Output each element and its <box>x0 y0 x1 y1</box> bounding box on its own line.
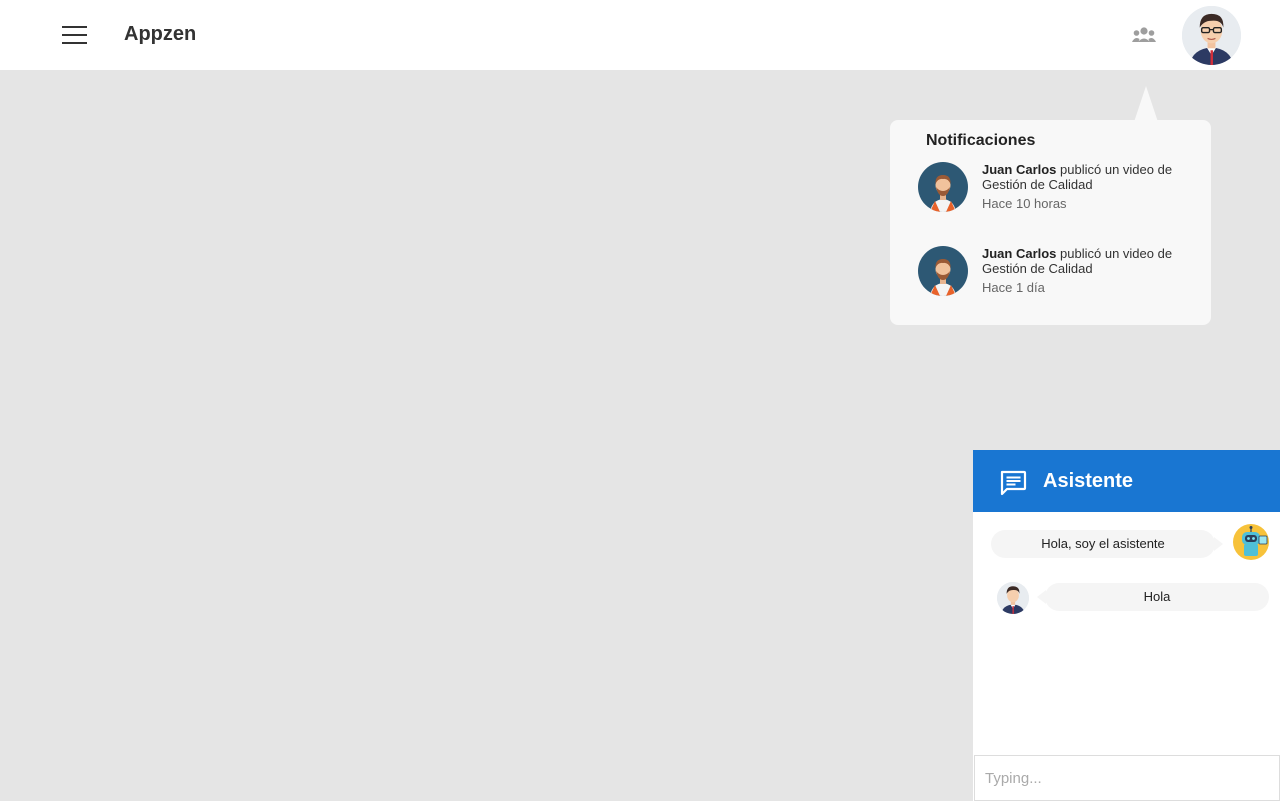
bot-avatar <box>1233 524 1269 560</box>
bot-message: Hola, soy el asistente <box>991 530 1223 558</box>
notification-time: Hace 10 horas <box>982 196 1067 211</box>
notifications-panel: Notificaciones Juan Carlos publicó un vi… <box>890 120 1211 325</box>
user-message: Hola <box>1037 583 1269 611</box>
notification-text: Juan Carlos publicó un video de Gestión … <box>982 162 1182 192</box>
menu-icon-line <box>62 34 87 36</box>
avatar-bearded-man-icon <box>918 246 968 296</box>
robot-icon <box>1233 524 1269 560</box>
notification-author: Juan Carlos <box>982 162 1057 177</box>
author-avatar <box>918 246 968 296</box>
notification-text: Juan Carlos publicó un video de Gestión … <box>982 246 1182 276</box>
chat-title: Asistente <box>1043 470 1134 492</box>
author-avatar <box>918 162 968 212</box>
chat-header[interactable]: Asistente <box>973 450 1280 512</box>
people-button[interactable] <box>1129 24 1159 46</box>
user-avatar[interactable] <box>1182 6 1241 65</box>
top-bar: Appzen <box>0 0 1280 70</box>
notification-time: Hace 1 día <box>982 280 1045 295</box>
avatar-bearded-man-icon <box>918 162 968 212</box>
chat-widget: Asistente Hola, soy el asistente Hola <box>973 450 1280 801</box>
avatar-man-glasses-icon <box>1182 6 1241 65</box>
people-icon <box>1132 27 1156 42</box>
menu-icon-line <box>62 26 87 28</box>
notification-item[interactable]: Juan Carlos publicó un video de Gestión … <box>918 246 1188 306</box>
chat-input[interactable] <box>974 755 1280 801</box>
menu-icon-line <box>62 42 87 44</box>
chat-icon <box>1000 470 1027 496</box>
notification-item[interactable]: Juan Carlos publicó un video de Gestión … <box>918 162 1188 222</box>
notification-author: Juan Carlos <box>982 246 1057 261</box>
notification-caret <box>1134 86 1158 122</box>
user-chat-avatar <box>997 582 1029 614</box>
menu-button[interactable] <box>56 20 92 50</box>
app-title: Appzen <box>124 23 197 45</box>
notifications-heading: Notificaciones <box>926 132 1036 149</box>
avatar-man-icon <box>997 582 1029 614</box>
